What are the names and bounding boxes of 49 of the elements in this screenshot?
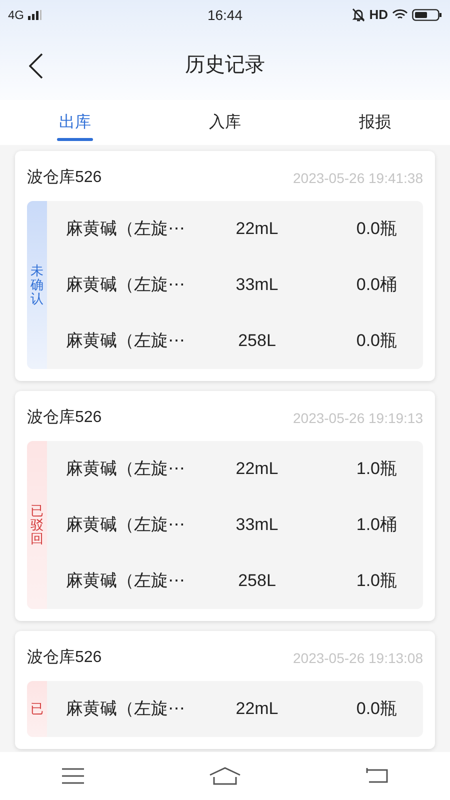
product-name: 麻黄碱（左旋⋯ [65,218,186,240]
wifi-icon [392,9,408,21]
network-label: 4G [8,7,24,24]
product-amount: 22mL [234,698,280,720]
product-amount: 33mL [234,274,280,296]
product-quantity: 0.0桶 [355,274,398,296]
product-quantity: 0.0瓶 [355,330,398,352]
product-name: 麻黄碱（左旋⋯ [65,274,186,296]
signal-icon [28,10,42,20]
tab[interactable]: 入库 [150,100,300,145]
back-icon [29,53,43,79]
warehouse-name: 波仓库526 [27,648,102,668]
record-card[interactable]: 波仓库526 2023-05-26 19:41:38 未确认 麻黄碱（左旋⋯ 22mL 0.0瓶 麻黄碱（左旋⋯ 33mL 0.0桶 麻黄碱（左旋⋯ 258L 0.0瓶 [15,151,435,381]
product-quantity: 1.0桶 [355,514,398,536]
record-card[interactable]: 波仓库526 2023-05-26 19:13:08 已 麻黄碱（左旋⋯ 22mL 0.0瓶 [15,631,435,749]
product-amount: 22mL [234,218,280,240]
warehouse-name: 波仓库526 [27,168,102,188]
hd-label: HD [369,6,388,24]
product-amount: 22mL [234,458,280,480]
home-icon [208,767,241,785]
clock: 16:44 [207,6,243,24]
tab-underline [57,138,93,141]
record-time: 2023-05-26 19:19:13 [293,408,423,428]
product-quantity: 1.0瓶 [355,570,398,592]
bell-off-icon [352,8,366,22]
product-name: 麻黄碱（左旋⋯ [65,570,186,592]
product-name: 麻黄碱（左旋⋯ [65,458,186,480]
battery-icon [412,9,442,21]
record-card[interactable]: 波仓库526 2023-05-26 19:19:13 已驳回 麻黄碱（左旋⋯ 22mL 1.0瓶 麻黄碱（左旋⋯ 33mL 1.0桶 麻黄碱（左旋⋯ 258L 1.0瓶 [15,391,435,621]
product-quantity: 1.0瓶 [355,458,398,480]
tab[interactable]: 出库 [0,100,150,145]
tab[interactable]: 报损 [300,100,450,145]
status-label: 未确认 [30,264,44,306]
record-time: 2023-05-26 19:41:38 [293,168,423,188]
product-name: 麻黄碱（左旋⋯ [65,514,186,536]
product-quantity: 0.0瓶 [355,698,398,720]
product-quantity: 0.0瓶 [355,218,398,240]
page-title: 历史记录 [185,53,265,78]
record-time: 2023-05-26 19:13:08 [293,648,423,668]
status-label: 已驳回 [30,504,44,546]
product-name: 麻黄碱（左旋⋯ [65,698,186,720]
product-amount: 258L [237,570,277,592]
menu-icon [62,768,84,784]
product-amount: 258L [237,330,277,352]
return-icon [366,768,388,784]
warehouse-name: 波仓库526 [27,408,102,428]
status-label: 已 [30,702,44,716]
product-amount: 33mL [234,514,280,536]
product-name: 麻黄碱（左旋⋯ [65,330,186,352]
